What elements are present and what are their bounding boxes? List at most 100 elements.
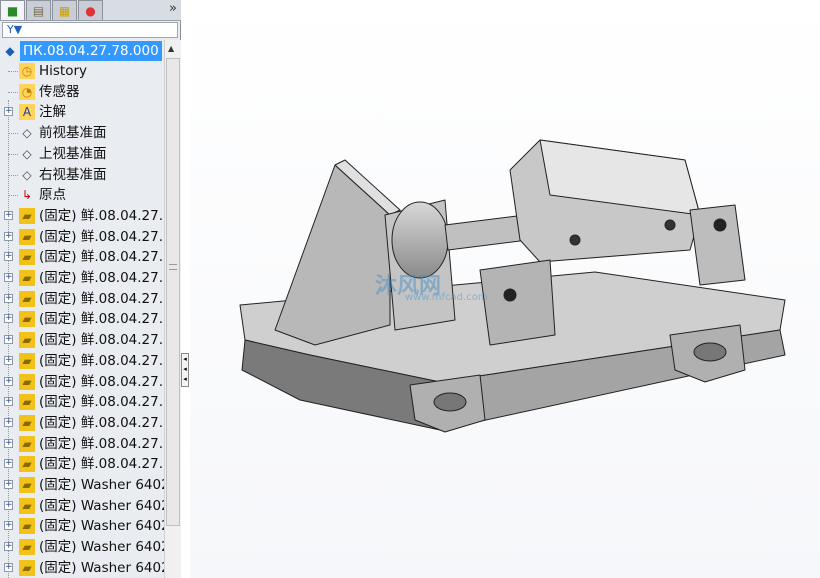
watermark-url: www.mfcad.com bbox=[405, 292, 488, 303]
scroll-up-arrow[interactable]: ▲ bbox=[168, 44, 174, 53]
tree-item[interactable]: + ▰ (固定) 鲜.08.04.27.7 bbox=[0, 268, 164, 288]
tree-item[interactable]: + ▰ (固定) Washer 6402 bbox=[0, 475, 164, 495]
tree-item[interactable]: + ▰ (固定) 鲜.08.04.27.7 bbox=[0, 351, 164, 371]
part-icon: ▰ bbox=[19, 228, 35, 245]
expand-toggle[interactable]: + bbox=[4, 417, 13, 427]
tree-item[interactable]: + ▰ (固定) Washer 6402 bbox=[0, 558, 164, 578]
sensor-folder-icon: ◔ bbox=[19, 83, 35, 100]
tree-item-label: (固定) 鲜.08.04.27.7 bbox=[39, 290, 164, 307]
expand-toggle[interactable]: + bbox=[4, 293, 13, 303]
tree-item[interactable]: ◇ 右视基准面 bbox=[0, 165, 164, 185]
expand-toggle[interactable]: + bbox=[4, 273, 13, 282]
tree-item-label: (固定) 鲜.08.04.27.7 bbox=[39, 249, 164, 266]
tree-item[interactable]: + ▰ (固定) 鲜.08.04.27.7 bbox=[0, 413, 164, 433]
cylinder-support bbox=[479, 259, 556, 346]
expand-toggle[interactable]: + bbox=[4, 355, 13, 365]
tree-item[interactable]: + ▰ (固定) Washer 6402 bbox=[0, 516, 164, 536]
configuration-manager-tab[interactable]: ▦ bbox=[52, 0, 77, 20]
tree-item-label: 右视基准面 bbox=[39, 166, 107, 183]
part-icon: ▰ bbox=[19, 559, 35, 576]
history-folder-icon: ◷ bbox=[19, 63, 35, 79]
tree-item[interactable]: + ▰ (固定) 鲜.08.04.27.7 bbox=[0, 330, 164, 350]
part-icon: ▰ bbox=[19, 373, 35, 390]
tree-item[interactable]: ◷ History bbox=[0, 61, 164, 81]
expand-toggle[interactable]: + bbox=[4, 314, 13, 324]
shaft bbox=[444, 214, 529, 251]
part-icon: ▰ bbox=[19, 311, 35, 328]
tree-connector bbox=[8, 195, 18, 197]
tree-item[interactable]: ◔ 传感器 bbox=[0, 82, 164, 102]
tree-item-label: 原点 bbox=[39, 187, 66, 204]
expand-toggle[interactable]: + bbox=[4, 480, 13, 489]
tree-item[interactable]: + ▰ (固定) 鲜.08.04.27.7 bbox=[0, 372, 164, 392]
property-manager-tab[interactable]: ▤ bbox=[26, 0, 51, 20]
assembly-model bbox=[239, 139, 786, 433]
tree-item-label: (固定) Washer 6402 bbox=[39, 518, 164, 535]
rear-bracket bbox=[689, 204, 746, 286]
tree-item[interactable]: + ▰ (固定) Washer 6402 bbox=[0, 537, 164, 557]
tree-connector bbox=[8, 71, 18, 72]
part-icon: ▰ bbox=[19, 270, 35, 286]
expand-toggle[interactable]: + bbox=[4, 107, 13, 117]
tree-item-label: (固定) Washer 6402 bbox=[39, 497, 164, 514]
tree-item[interactable]: ◇ 前视基准面 bbox=[0, 123, 164, 143]
tree-root[interactable]: ◆ ПК.08.04.27.78.000 bbox=[0, 41, 164, 61]
tree-item[interactable]: + ▰ (固定) 鲜.08.04.27.7 bbox=[0, 454, 164, 474]
tree-connector bbox=[8, 153, 18, 155]
bolt bbox=[664, 219, 676, 231]
part-icon: ▰ bbox=[19, 290, 35, 307]
expand-toggle[interactable]: + bbox=[4, 562, 13, 572]
tree-item[interactable]: + ▰ (固定) 鲜.08.04.27.7 bbox=[0, 227, 164, 247]
expand-toggle[interactable]: + bbox=[4, 500, 13, 510]
tree-item[interactable]: + ▰ (固定) Washer 6402 bbox=[0, 496, 164, 516]
part-icon: ▰ bbox=[19, 518, 35, 535]
part-icon: ▰ bbox=[19, 249, 35, 266]
more-tabs-button[interactable]: » bbox=[169, 1, 177, 16]
tree-item[interactable]: + ▰ (固定) 鲜.08.04.27.7 bbox=[0, 392, 164, 412]
tree-item-label: History bbox=[39, 63, 88, 79]
display-icon: ● bbox=[85, 3, 96, 18]
expand-toggle[interactable]: + bbox=[4, 231, 13, 241]
expand-toggle[interactable]: + bbox=[4, 542, 13, 552]
display-manager-tab[interactable]: ● bbox=[78, 0, 103, 20]
expand-toggle[interactable]: + bbox=[4, 459, 13, 469]
scrollbar-thumb[interactable] bbox=[166, 58, 180, 526]
feature-manager-panel: ■ ▤ ▦ ● » Y▼ ◆ ПК.08.04.27.78.000 ◷ Histo… bbox=[0, 0, 181, 578]
part-icon: ▰ bbox=[19, 456, 35, 473]
graphics-viewport[interactable]: 沐风网 www.mfcad.com bbox=[190, 0, 820, 578]
tree-item-label: (固定) 鲜.08.04.27.7 bbox=[39, 207, 164, 224]
tree-item-label: 注解 bbox=[39, 104, 66, 121]
tree-item-label: (固定) Washer 6402 bbox=[39, 477, 164, 493]
expand-toggle[interactable]: + bbox=[4, 376, 13, 386]
configuration-icon: ▦ bbox=[58, 3, 71, 18]
tree-item-label: (固定) Washer 6402 bbox=[39, 559, 164, 576]
tree-item[interactable]: + ▰ (固定) 鲜.08.04.27.7 bbox=[0, 289, 164, 309]
tree-scrollbar[interactable]: ▲ bbox=[164, 40, 181, 578]
feature-manager-tab[interactable]: ■ bbox=[0, 0, 25, 20]
expand-toggle[interactable]: + bbox=[4, 210, 13, 220]
expand-toggle[interactable]: + bbox=[4, 521, 13, 531]
annotation-folder-icon: A bbox=[19, 104, 35, 121]
bolt bbox=[713, 218, 727, 232]
filter-dropdown[interactable]: Y▼ bbox=[2, 22, 178, 38]
tree-item[interactable]: ↳ 原点 bbox=[0, 185, 164, 205]
expand-toggle[interactable]: + bbox=[4, 438, 13, 448]
part-icon: ▰ bbox=[19, 332, 35, 349]
tree-item[interactable]: + ▰ (固定) 鲜.08.04.27.7 bbox=[0, 434, 164, 454]
filter-icon: Y bbox=[7, 23, 14, 36]
tree-item[interactable]: + ▰ (固定) 鲜.08.04.27.7 bbox=[0, 206, 164, 226]
tree-item-label: (固定) 鲜.08.04.27.7 bbox=[39, 311, 164, 328]
expand-toggle[interactable]: + bbox=[4, 252, 13, 262]
part-icon: ▰ bbox=[19, 352, 35, 369]
property-icon: ▤ bbox=[32, 3, 45, 18]
tree-item[interactable]: + ▰ (固定) 鲜.08.04.27.7 bbox=[0, 309, 164, 329]
expand-toggle[interactable]: + bbox=[4, 397, 13, 407]
expand-toggle[interactable]: + bbox=[4, 335, 13, 345]
origin-icon: ↳ bbox=[21, 188, 33, 203]
tree-item[interactable]: ◇ 上视基准面 bbox=[0, 144, 164, 164]
panel-splitter-handle[interactable]: ◂ ◂ ◂ bbox=[181, 353, 189, 387]
tree-item-label: (固定) 鲜.08.04.27.7 bbox=[39, 373, 164, 390]
tree-item[interactable]: + ▰ (固定) 鲜.08.04.27.7 bbox=[0, 247, 164, 267]
tree-item-label: (固定) 鲜.08.04.27.7 bbox=[39, 394, 164, 411]
tree-item[interactable]: + A 注解 bbox=[0, 102, 164, 122]
